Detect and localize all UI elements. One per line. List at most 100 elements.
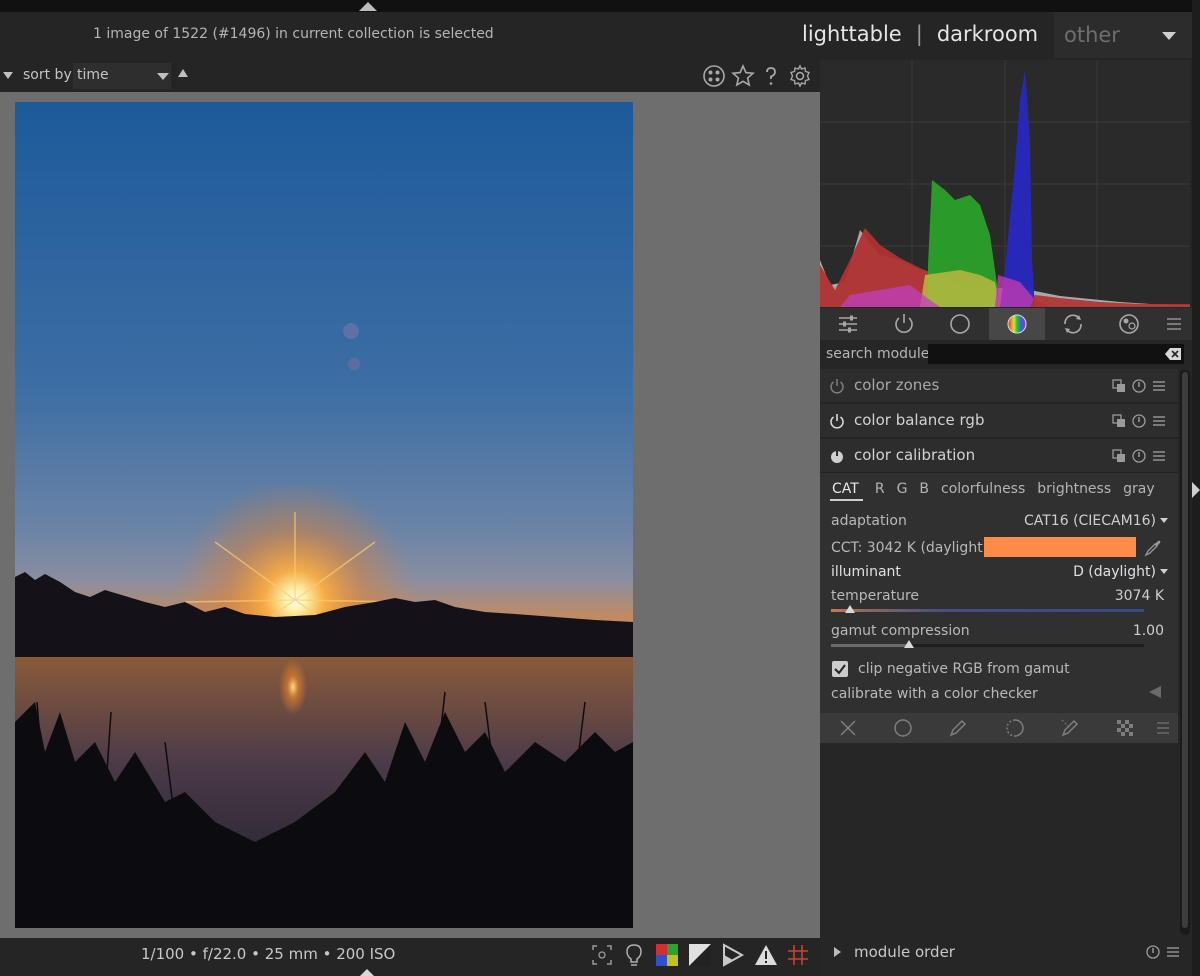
help-icon[interactable] [759,64,783,88]
collapse-caret-icon[interactable] [3,72,13,79]
close-icon[interactable] [838,718,858,738]
tab-menu[interactable] [1156,308,1192,340]
blend-mask-bar [820,713,1178,743]
chevron-down-icon [1160,518,1168,523]
presets-icon[interactable] [1152,449,1166,463]
temperature-marker [844,605,855,613]
tab-colorfulness[interactable]: colorfulness [941,481,1025,501]
tab-b[interactable]: B [919,481,929,501]
cct-readout: CCT: 3042 K (daylight) [831,540,989,556]
bottom-panel-toggle-arrow[interactable] [360,969,374,976]
view-other-dropdown[interactable]: other [1054,12,1194,58]
scrollbar-thumb[interactable] [1182,372,1188,928]
lightbulb-icon[interactable] [622,943,646,967]
power-icon[interactable] [829,413,845,429]
sort-direction-toggle[interactable] [178,69,188,77]
chevron-down-icon [1160,569,1168,574]
module-name: color zones [854,376,940,394]
illuminant-label: illuminant [831,564,901,580]
illuminant-value: D (daylight) [1073,564,1156,580]
right-panel: search module color zones color balance … [820,60,1192,976]
color-labels-icon[interactable] [702,64,726,88]
clip-negative-checkbox[interactable] [832,661,848,677]
top-panel-strip [0,0,1200,12]
adaptation-value: CAT16 (CIECAM16) [1023,513,1156,529]
guides-grid-icon[interactable] [786,943,810,967]
calibration-tabs: CAT R G B colorfulness brightness gray [830,481,1167,501]
histogram[interactable] [820,60,1190,307]
hamburger-icon [1167,318,1181,330]
tab-cat[interactable]: CAT [830,481,863,501]
color-picker-icon[interactable] [1144,539,1162,557]
tab-g[interactable]: G [897,481,908,501]
modules-scrollbar[interactable] [1180,370,1190,935]
color-calibration-body: CAT R G B colorfulness brightness gray a… [820,473,1178,713]
hamburger-icon[interactable] [1156,718,1170,738]
module-header-color-zones[interactable]: color zones [820,369,1178,403]
reset-icon[interactable] [1132,379,1146,393]
module-header-color-calibration[interactable]: color calibration [820,439,1178,473]
sort-by-label: sort by [23,67,72,83]
gamut-value: 1.00 [1132,623,1164,639]
module-order-section[interactable]: module order [820,936,1192,976]
tab-active-modules[interactable] [876,308,932,340]
module-group-tabs [820,308,1192,340]
correct-icon [1064,314,1082,334]
tab-r[interactable]: R [875,481,885,501]
star-icon[interactable] [731,64,755,88]
reset-icon[interactable] [1146,945,1160,959]
drawn-parametric-mask-icon[interactable] [1060,718,1080,738]
filmstrip-toolbar: sort by time [0,60,820,92]
color-checker-label: calibrate with a color checker [831,686,1038,702]
image-canvas[interactable] [0,92,820,938]
presets-icon[interactable] [1152,379,1166,393]
tab-correct[interactable] [1045,308,1101,340]
tab-color[interactable] [989,308,1045,340]
reset-icon[interactable] [1132,414,1146,428]
presets-icon[interactable] [1152,414,1166,428]
temperature-label: temperature [831,588,919,604]
collapsed-triangle-icon [1149,686,1161,698]
reset-icon[interactable] [1132,449,1146,463]
tab-brightness[interactable]: brightness [1037,481,1111,501]
cct-color-swatch [984,537,1136,557]
view-lighttable[interactable]: lighttable [802,22,902,46]
checkmark-icon [834,664,846,675]
multi-instance-icon[interactable] [1112,414,1126,428]
color-assessment-icon[interactable] [655,943,679,967]
module-header-color-balance-rgb[interactable]: color balance rgb [820,404,1178,438]
raster-mask-icon[interactable] [1115,718,1135,738]
bottom-toolbar: 1/100 • f/22.0 • 25 mm • 200 ISO [0,938,820,976]
clear-input-icon[interactable] [1165,348,1181,360]
gamut-label: gamut compression [831,623,970,639]
tab-base[interactable] [932,308,988,340]
right-panel-toggle-arrow[interactable] [1192,482,1200,498]
warning-icon[interactable] [754,943,778,967]
softproof-icon[interactable] [688,943,712,967]
parametric-mask-icon[interactable] [1005,718,1025,738]
power-icon[interactable] [829,378,845,394]
multi-instance-icon[interactable] [1112,449,1126,463]
module-name: color calibration [854,446,976,464]
focus-peaking-icon[interactable] [590,943,614,967]
top-panel-toggle-arrow[interactable] [359,2,377,11]
power-icon[interactable] [829,448,845,464]
gamut-check-icon[interactable] [721,943,745,967]
power-icon [895,314,913,333]
search-module-input[interactable] [928,344,1184,364]
tab-gray[interactable]: gray [1123,481,1155,501]
tab-quick-access[interactable] [820,308,876,340]
gear-icon[interactable] [788,64,812,88]
module-order-label: module order [854,943,955,961]
uniform-mask-icon[interactable] [893,718,913,738]
sort-select[interactable]: time [73,63,171,89]
tab-effect[interactable] [1101,308,1157,340]
sort-select-value: time [77,67,109,83]
multi-instance-icon[interactable] [1112,379,1126,393]
drawn-mask-icon[interactable] [948,718,968,738]
chevron-down-icon [1162,32,1176,40]
search-module-label: search module [826,346,930,362]
view-darkroom[interactable]: darkroom [937,22,1038,46]
sunset-photo [15,102,633,928]
presets-icon[interactable] [1166,945,1180,959]
